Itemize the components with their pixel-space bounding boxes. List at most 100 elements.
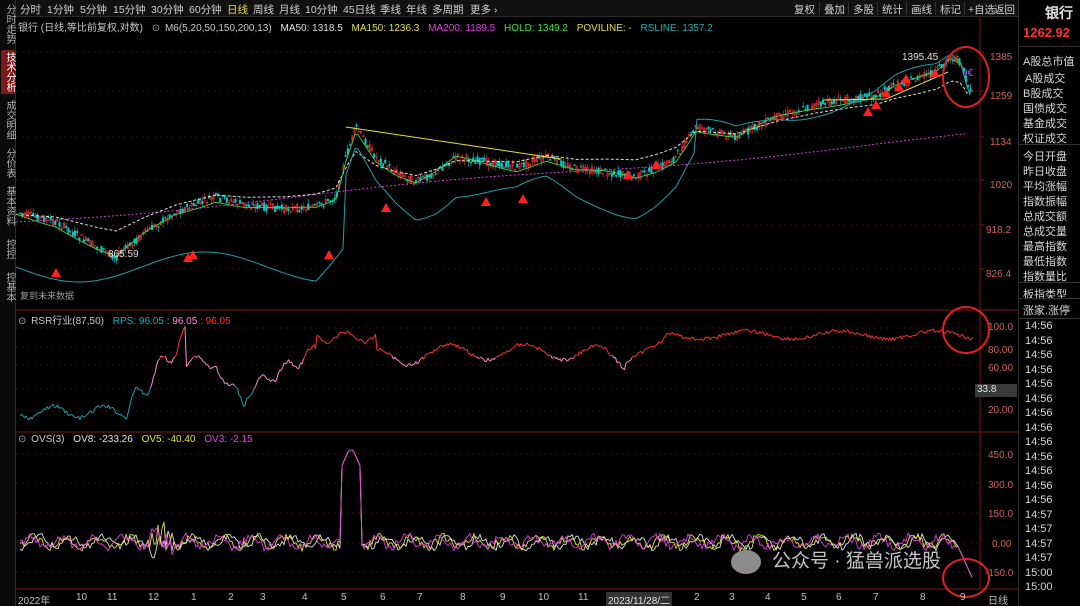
panel-item[interactable]: 平均涨幅 [1023, 178, 1067, 194]
candle-body [643, 170, 646, 172]
rsr-segment [264, 375, 267, 379]
panel-item[interactable]: 昨日收盘 [1023, 163, 1067, 179]
rsr-segment [540, 348, 543, 352]
panel-item[interactable]: 总成交额 [1023, 208, 1067, 224]
rsr-segment [328, 341, 331, 344]
panel-item[interactable]: 基金成交 [1023, 115, 1067, 131]
tab-time-share[interactable]: 分时走势 [1, 2, 15, 46]
rsr-segment [819, 332, 822, 335]
tab-basic-info[interactable]: 基本资料 [1, 184, 15, 228]
restore-rights-button[interactable]: 复权 [794, 2, 815, 17]
x-axis-label: 2 [694, 592, 700, 603]
panel-item[interactable]: 国债成交 [1023, 100, 1067, 116]
tab-control[interactable]: 控控 [1, 232, 15, 266]
rsr-segment [202, 360, 205, 363]
rsr-segment [57, 404, 60, 409]
rsr-segment [255, 382, 258, 387]
candle-body [245, 204, 248, 206]
x-axis-label: 10 [76, 592, 88, 603]
tick-time: 14:56 [1025, 436, 1053, 448]
panel-item[interactable]: 最高指数 [1023, 238, 1067, 254]
draw-line-button[interactable]: 画线 [911, 2, 932, 17]
period-60min[interactable]: 60分钟 [189, 2, 222, 17]
rsr-segment [553, 356, 556, 359]
rsr-segment [520, 343, 523, 346]
signal-triangle [901, 74, 911, 83]
statistics-button[interactable]: 统计 [882, 2, 903, 17]
rsr-segment [627, 360, 630, 363]
period-minute-share[interactable]: 分时 [20, 2, 41, 17]
rsr-segment [216, 366, 219, 373]
watermark-text: 公众号 · 猛兽派选股 [772, 551, 941, 572]
tab-technical-analysis[interactable]: 技术分析 [1, 50, 15, 94]
chart-canvas[interactable] [16, 17, 1018, 606]
rsr-segment [217, 372, 220, 376]
rsr-segment [834, 329, 837, 332]
panel-item[interactable]: 最低指数 [1023, 253, 1067, 269]
panel-item[interactable]: 涨家.涨停 [1023, 302, 1070, 318]
rsr-segment [79, 415, 82, 421]
panel-item[interactable]: 总成交量 [1023, 223, 1067, 239]
candle-body [194, 204, 198, 207]
panel-item[interactable]: A股成交 [1025, 70, 1065, 86]
x-axis-label: 9 [960, 592, 966, 603]
rsr-segment [130, 394, 133, 401]
overlay-button[interactable]: 叠加 [824, 2, 845, 17]
rsr-segment [711, 336, 714, 339]
x-axis-label: 2022年 [18, 596, 51, 606]
x-axis-label: 7 [417, 592, 423, 603]
tab-trade-detail[interactable]: 成交明细 [1, 98, 15, 142]
tick-time: 14:56 [1025, 363, 1053, 376]
candle-body [476, 156, 479, 162]
period-more[interactable]: 更多 › [470, 2, 497, 17]
rsr-segment [858, 333, 861, 335]
mark-button[interactable]: 标记 [940, 2, 961, 17]
rsr-segment [321, 339, 324, 342]
rsr-segment [768, 334, 771, 336]
panel-item[interactable]: B股成交 [1023, 85, 1063, 101]
candle-body [872, 95, 875, 98]
rsr-segment [762, 331, 765, 335]
panel-item[interactable]: 今日开盘 [1023, 148, 1067, 164]
rsr-segment [624, 362, 627, 370]
ovs-axis-label: 450.0 [988, 450, 1014, 461]
rsr-segment [327, 342, 330, 345]
period-weekly[interactable]: 周线 [253, 2, 274, 17]
panel-item[interactable]: A股总市值 [1023, 53, 1074, 69]
period-1min[interactable]: 1分钟 [47, 2, 74, 17]
candle-body [909, 76, 913, 79]
panel-item[interactable]: 板指类型 [1023, 286, 1067, 302]
highlight-circle [942, 46, 990, 108]
rsr-segment [390, 353, 393, 357]
rsr-segment [628, 359, 631, 362]
period-daily[interactable]: 日线 [227, 2, 248, 17]
period-yearly[interactable]: 年线 [406, 2, 427, 17]
tab-price-table[interactable]: 分价表 [1, 146, 15, 180]
period-15min[interactable]: 15分钟 [113, 2, 146, 17]
x-axis-label: 10 [538, 592, 550, 603]
period-multi[interactable]: 多周期 [432, 2, 464, 17]
add-watchlist-button[interactable]: +自选 [968, 2, 995, 17]
tab-control-basic[interactable]: 控基本 [1, 270, 15, 304]
period-monthly[interactable]: 月线 [279, 2, 300, 17]
period-10min[interactable]: 10分钟 [305, 2, 338, 17]
rsr-segment [436, 347, 439, 350]
period-5min[interactable]: 5分钟 [80, 2, 107, 17]
rsr-segment [811, 334, 814, 338]
period-30min[interactable]: 30分钟 [151, 2, 184, 17]
future-data-label: 复到未来数据 [20, 291, 75, 301]
period-45day[interactable]: 45日线 [343, 2, 376, 17]
ovs-axis-label: 0.00 [992, 539, 1012, 550]
return-button[interactable]: 返回 [994, 2, 1015, 17]
rsr-segment [636, 352, 639, 357]
rsr-segment [583, 349, 586, 351]
rsr-segment [427, 352, 430, 355]
panel-item[interactable]: 指数振幅 [1023, 193, 1067, 209]
tick-time: 14:56 [1025, 334, 1053, 347]
rsr-segment [129, 399, 132, 408]
period-quarterly[interactable]: 季线 [380, 2, 401, 17]
x-axis-label: 3 [260, 592, 266, 603]
rsr-segment [388, 352, 391, 355]
multi-stock-button[interactable]: 多股 [853, 2, 874, 17]
candle-body [421, 176, 424, 178]
